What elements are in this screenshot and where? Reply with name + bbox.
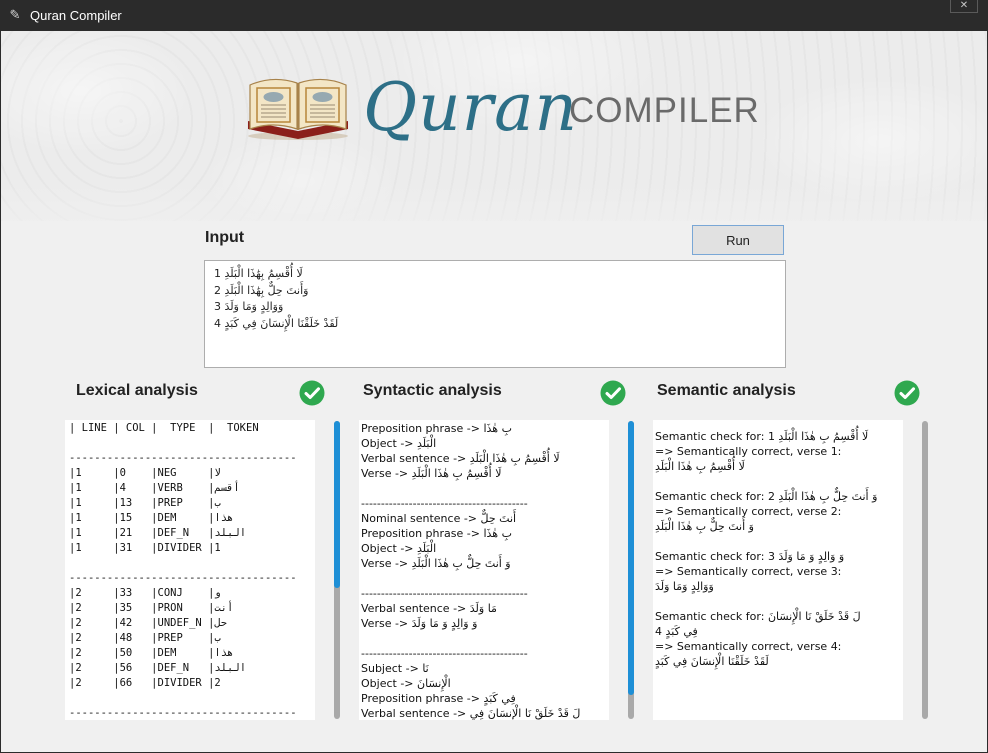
- semantic-output-line: فِي كَبَدٍ 4: [655, 625, 698, 638]
- lexical-output-line: [69, 691, 311, 706]
- input-label: Input: [205, 229, 245, 246]
- lexical-output-line: |2 |48 |PREP |ب: [69, 632, 221, 644]
- semantic-scrollbar-thumb[interactable]: [628, 421, 634, 696]
- semantic-output-line: => Semantically correct, verse 3:: [655, 565, 842, 578]
- syntactic-output-line: [361, 631, 607, 646]
- lexical-analysis-title: Lexical analysis: [76, 382, 198, 399]
- lexical-output-line: |2 |56 |DEF_N |البلد: [69, 662, 247, 674]
- syntactic-output-line: Verse -> لَا أُقْسِمُ بِ هٰذَا الْبَلَدِ: [361, 467, 502, 480]
- syntactic-output-line: Verse -> وَ وَالِدٍ وَ مَا وَلَدَ: [361, 617, 478, 630]
- lexical-output-line: ------------------------------------: [69, 452, 297, 464]
- syntactic-output-line: [361, 481, 607, 496]
- syntactic-output-line: Verbal sentence -> مَا وَلَدَ: [361, 602, 497, 615]
- syntactic-scrollbar-thumb[interactable]: [334, 421, 340, 588]
- semantic-output-line: وَوَالِدٍ وَمَا وَلَدَ: [655, 580, 714, 593]
- lexical-output-line: |2 |35 |PRON |أنت: [69, 602, 234, 614]
- check-circle-icon: [299, 380, 325, 406]
- input-textarea[interactable]: لَا أُقْسِمُ بِهَٰذَا الْبَلَدِ 1 وَأَنتَ…: [204, 260, 786, 368]
- syntactic-output-line: Preposition phrase -> بِ هٰذَا: [361, 527, 512, 540]
- syntactic-scrollbar[interactable]: [334, 421, 340, 719]
- lexical-output-line: ------------------------------------: [69, 707, 297, 719]
- semantic-output-line: Semantic check for: وَ وَالِدٍ وَ مَا وَ…: [655, 550, 845, 563]
- syntactic-output-line: Object -> الْبَلَدِ: [361, 437, 437, 450]
- input-verse-line: وَأَنتَ حِلٌّ بِهَٰذَا الْبَلَدِ 2: [214, 283, 309, 297]
- semantic-analysis-title: Semantic analysis: [657, 382, 796, 399]
- lexical-output-line: [69, 436, 311, 451]
- syntactic-output-line: Preposition phrase -> بِ هٰذَا: [361, 422, 512, 435]
- lexical-output-line: | LINE | COL | TYPE | TOKEN: [69, 422, 259, 434]
- lexical-output-line: |2 |42 |UNDEF_N |حل: [69, 617, 228, 629]
- semantic-output-line: لَا أُقْسِمُ بِ هٰذَا الْبَلَدِ: [655, 460, 745, 473]
- syntactic-output-line: [361, 571, 607, 586]
- semantic-output-line: Semantic check for: لَا أُقْسِمُ بِ هٰذَ…: [655, 430, 869, 443]
- feather-icon: ✎: [9, 7, 21, 22]
- input-verse-line: لَا أُقْسِمُ بِهَٰذَا الْبَلَدِ 1: [214, 267, 303, 280]
- semantic-output-line: Semantic check for: لَ قَدْ خَلَقْ نَا ا…: [655, 610, 861, 623]
- syntactic-output-line: Verse -> وَ أَنتَ حِلٌّ بِ هٰذَا الْبَلَ…: [361, 557, 511, 570]
- semantic-scrollbar-left[interactable]: [628, 421, 634, 719]
- syntactic-output-line: Preposition phrase -> فِي كَبَدٍ: [361, 692, 516, 705]
- syntactic-output-line: ----------------------------------------…: [361, 647, 528, 660]
- syntactic-output-line: Object -> الْبَلَدِ: [361, 542, 437, 555]
- semantic-output-line: [655, 534, 901, 549]
- syntactic-output-line: Nominal sentence -> أَنتَ حِلٌّ: [361, 512, 517, 525]
- window-title: Quran Compiler: [30, 8, 122, 23]
- lexical-output-line: |2 |50 |DEM |هذا: [69, 647, 234, 659]
- semantic-output-line: [655, 594, 901, 609]
- syntactic-analysis-title: Syntactic analysis: [363, 382, 502, 399]
- lexical-output-line: |1 |31 |DIVIDER |1: [69, 542, 221, 554]
- lexical-output-line: |2 |33 |CONJ |و: [69, 587, 221, 599]
- semantic-output-line: وَ أَنتَ حِلٌّ بِ هٰذَا الْبَلَدِ: [655, 520, 754, 533]
- lexical-output-line: |1 |15 |DEM |هذا: [69, 512, 234, 524]
- semantic-output-line: Semantic check for: وَ أَنتَ حِلٌّ بِ هٰ…: [655, 490, 878, 503]
- semantic-scrollbar-right[interactable]: [922, 421, 928, 719]
- logo-wordmark-compiler: COMPILER: [569, 91, 760, 130]
- lexical-output-line: |1 |13 |PREP |ب: [69, 497, 221, 509]
- close-button[interactable]: ✕: [950, 0, 978, 13]
- quran-book-icon: [248, 78, 348, 140]
- lexical-output-line: |1 |0 |NEG |لا: [69, 467, 221, 479]
- run-button[interactable]: Run: [692, 225, 784, 255]
- lexical-output-line: |2 |66 |DIVIDER |2: [69, 677, 221, 689]
- input-verse-line: وَوَالِدٍ وَمَا وَلَدَ 3: [214, 300, 284, 313]
- syntactic-output-line: ----------------------------------------…: [361, 587, 528, 600]
- syntactic-output-line: Verbal sentence -> لَا أُقْسِمُ بِ هٰذَا…: [361, 452, 560, 465]
- syntactic-output-line: Object -> الْإِنسَانَ: [361, 677, 451, 690]
- lexical-output-line: [69, 556, 311, 571]
- lexical-analysis-output[interactable]: | LINE | COL | TYPE | TOKEN -------------…: [65, 420, 315, 720]
- check-circle-icon: [600, 380, 626, 406]
- semantic-output-line: [655, 474, 901, 489]
- main-window: Quran COMPILER Input Run لَا أُقْسِمُ بِ…: [1, 31, 987, 752]
- semantic-output-line: => Semantically correct, verse 4:: [655, 640, 842, 653]
- logo-wordmark-quran: Quran: [363, 69, 579, 146]
- semantic-output-line: => Semantically correct, verse 2:: [655, 505, 842, 518]
- title-bar: ✎ Quran Compiler ✕: [0, 0, 988, 31]
- lexical-output-line: ------------------------------------: [69, 572, 297, 584]
- lexical-output-line: |1 |4 |VERB |أقسم: [69, 482, 240, 494]
- syntactic-output-line: Subject -> نَا: [361, 662, 429, 675]
- input-verse-line: لَقَدْ خَلَقْنَا الْإِنسَانَ فِي كَبَدٍ …: [214, 316, 339, 330]
- semantic-output-line: لَقَدْ خَلَقْنَا الْإِنسَانَ فِي كَبَدٍ: [655, 655, 769, 668]
- lexical-output-line: |1 |21 |DEF_N |البلد: [69, 527, 247, 539]
- semantic-analysis-output[interactable]: Semantic check for: لَا أُقْسِمُ بِ هٰذَ…: [653, 420, 903, 720]
- semantic-output-line: => Semantically correct, verse 1:: [655, 445, 842, 458]
- check-circle-icon: [894, 380, 920, 406]
- syntactic-output-line: ----------------------------------------…: [361, 497, 528, 510]
- syntactic-output-line: Verbal sentence -> لَ قَدْ خَلَقْ نَا ال…: [361, 707, 581, 720]
- syntactic-analysis-output[interactable]: Preposition phrase -> بِ هٰذَا Object -> …: [359, 420, 609, 720]
